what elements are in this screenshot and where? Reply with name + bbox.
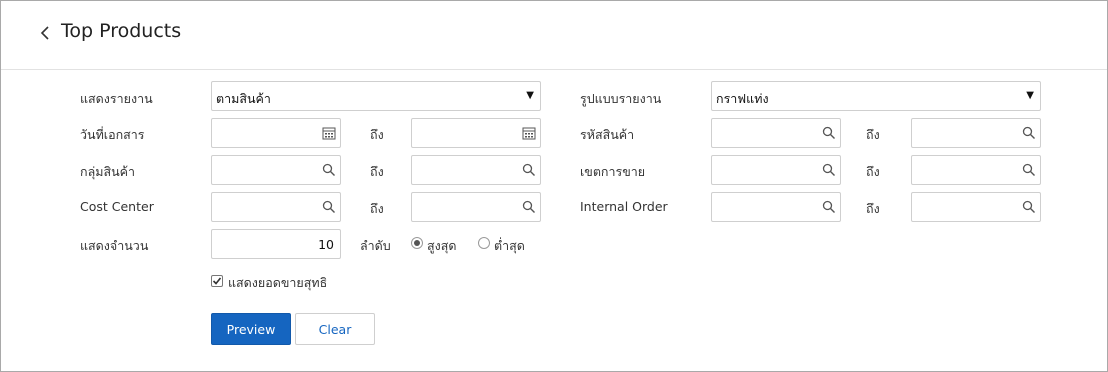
show-count-label: แสดงจำนวน <box>80 238 149 253</box>
search-icon[interactable] <box>522 200 536 214</box>
check-icon <box>212 277 222 285</box>
search-icon[interactable] <box>522 163 536 177</box>
report-format-value: กราฟแท่ง <box>716 91 769 106</box>
doc-date-to-input[interactable] <box>411 118 541 148</box>
product-code-to-input[interactable] <box>911 118 1041 148</box>
search-icon[interactable] <box>1022 163 1036 177</box>
sales-area-label: เขตการขาย <box>580 164 646 179</box>
product-group-to-label: ถึง <box>370 164 384 179</box>
internal-order-from-input[interactable] <box>711 192 841 222</box>
search-icon[interactable] <box>322 163 336 177</box>
internal-order-label: Internal Order <box>580 199 668 214</box>
order-highest-radio[interactable] <box>411 237 423 249</box>
page-header: Top Products <box>1 1 1107 70</box>
preview-button[interactable]: Preview <box>211 313 291 345</box>
product-group-label: กลุ่มสินค้า <box>80 164 136 179</box>
product-group-from-input[interactable] <box>211 155 341 185</box>
search-icon[interactable] <box>1022 126 1036 140</box>
show-count-value: 10 <box>318 237 334 252</box>
sales-area-to-input[interactable] <box>911 155 1041 185</box>
report-by-label: แสดงรายงาน <box>80 91 153 106</box>
dropdown-caret-icon: ▼ <box>526 90 534 101</box>
order-lowest-radio[interactable] <box>478 237 490 249</box>
order-label: ลำดับ <box>360 238 391 253</box>
sales-area-to-label: ถึง <box>866 164 880 179</box>
report-by-select[interactable]: ตามสินค้า ▼ <box>211 81 541 111</box>
back-chevron-icon[interactable] <box>39 24 53 42</box>
cost-center-to-label: ถึง <box>370 201 384 216</box>
search-icon[interactable] <box>822 200 836 214</box>
cost-center-label: Cost Center <box>80 199 154 214</box>
page-title: Top Products <box>61 20 182 42</box>
sales-area-from-input[interactable] <box>711 155 841 185</box>
product-code-to-label: ถึง <box>866 127 880 142</box>
internal-order-to-input[interactable] <box>911 192 1041 222</box>
doc-date-from-input[interactable] <box>211 118 341 148</box>
report-format-select[interactable]: กราฟแท่ง ▼ <box>711 81 1041 111</box>
order-lowest-label[interactable]: ต่ำสุด <box>494 236 525 256</box>
doc-date-to-label: ถึง <box>370 127 384 142</box>
search-icon[interactable] <box>822 163 836 177</box>
order-highest-label[interactable]: สูงสุด <box>427 236 456 256</box>
report-panel: Top Products แสดงรายงาน ตามสินค้า ▼ รูปแ… <box>0 0 1108 372</box>
cost-center-from-input[interactable] <box>211 192 341 222</box>
cost-center-to-input[interactable] <box>411 192 541 222</box>
calendar-icon[interactable] <box>522 126 536 140</box>
search-icon[interactable] <box>1022 200 1036 214</box>
product-code-label: รหัสสินค้า <box>580 127 635 142</box>
report-format-label: รูปแบบรายงาน <box>580 91 662 106</box>
product-code-from-input[interactable] <box>711 118 841 148</box>
search-icon[interactable] <box>822 126 836 140</box>
show-count-input[interactable]: 10 <box>211 229 341 259</box>
net-sales-label[interactable]: แสดงยอดขายสุทธิ <box>228 273 327 293</box>
search-icon[interactable] <box>322 200 336 214</box>
internal-order-to-label: ถึง <box>866 201 880 216</box>
doc-date-label: วันที่เอกสาร <box>80 127 145 142</box>
product-group-to-input[interactable] <box>411 155 541 185</box>
calendar-icon[interactable] <box>322 126 336 140</box>
clear-button[interactable]: Clear <box>295 313 375 345</box>
net-sales-checkbox[interactable] <box>211 275 223 287</box>
dropdown-caret-icon: ▼ <box>1026 90 1034 101</box>
report-by-value: ตามสินค้า <box>216 91 271 106</box>
